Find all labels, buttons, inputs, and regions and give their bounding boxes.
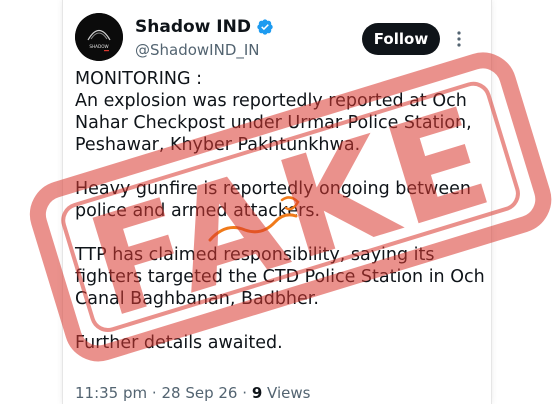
more-options-icon[interactable] <box>449 29 469 49</box>
views-label: Views <box>267 384 311 402</box>
follow-button[interactable]: Follow <box>362 23 440 55</box>
handle[interactable]: @ShadowIND_IN <box>135 41 260 59</box>
tweet-paragraph-1: An explosion was reportedly reported at … <box>75 91 472 155</box>
tweet-time[interactable]: 11:35 pm <box>75 384 147 402</box>
tweet-paragraph-2: Heavy gunfire is reportedly ongoing betw… <box>75 179 471 221</box>
views-count: 9 <box>251 384 263 402</box>
tweet-date[interactable]: 28 Sep 26 <box>161 384 237 402</box>
author-name-row: Shadow IND <box>135 17 274 37</box>
tweet-card: SHADOW Shadow IND @ShadowIND_IN Follow M… <box>62 0 492 404</box>
tweet-paragraph-3: TTP has claimed responsibility, saying i… <box>75 245 485 309</box>
avatar[interactable]: SHADOW <box>75 13 123 61</box>
tweet-paragraph-4: Further details awaited. <box>75 333 283 353</box>
verified-badge-icon <box>257 19 273 35</box>
tweet-text: MONITORING : An explosion was reportedly… <box>75 68 485 376</box>
avatar-logo-icon: SHADOW <box>75 13 123 61</box>
meta-separator: · <box>151 384 157 402</box>
display-name[interactable]: Shadow IND <box>135 17 251 37</box>
tweet-meta: 11:35 pm · 28 Sep 26 · 9 Views <box>75 384 310 402</box>
avatar-logo-text: SHADOW <box>89 44 108 49</box>
tweet-line-1: MONITORING : <box>75 69 203 89</box>
meta-separator: · <box>242 384 248 402</box>
